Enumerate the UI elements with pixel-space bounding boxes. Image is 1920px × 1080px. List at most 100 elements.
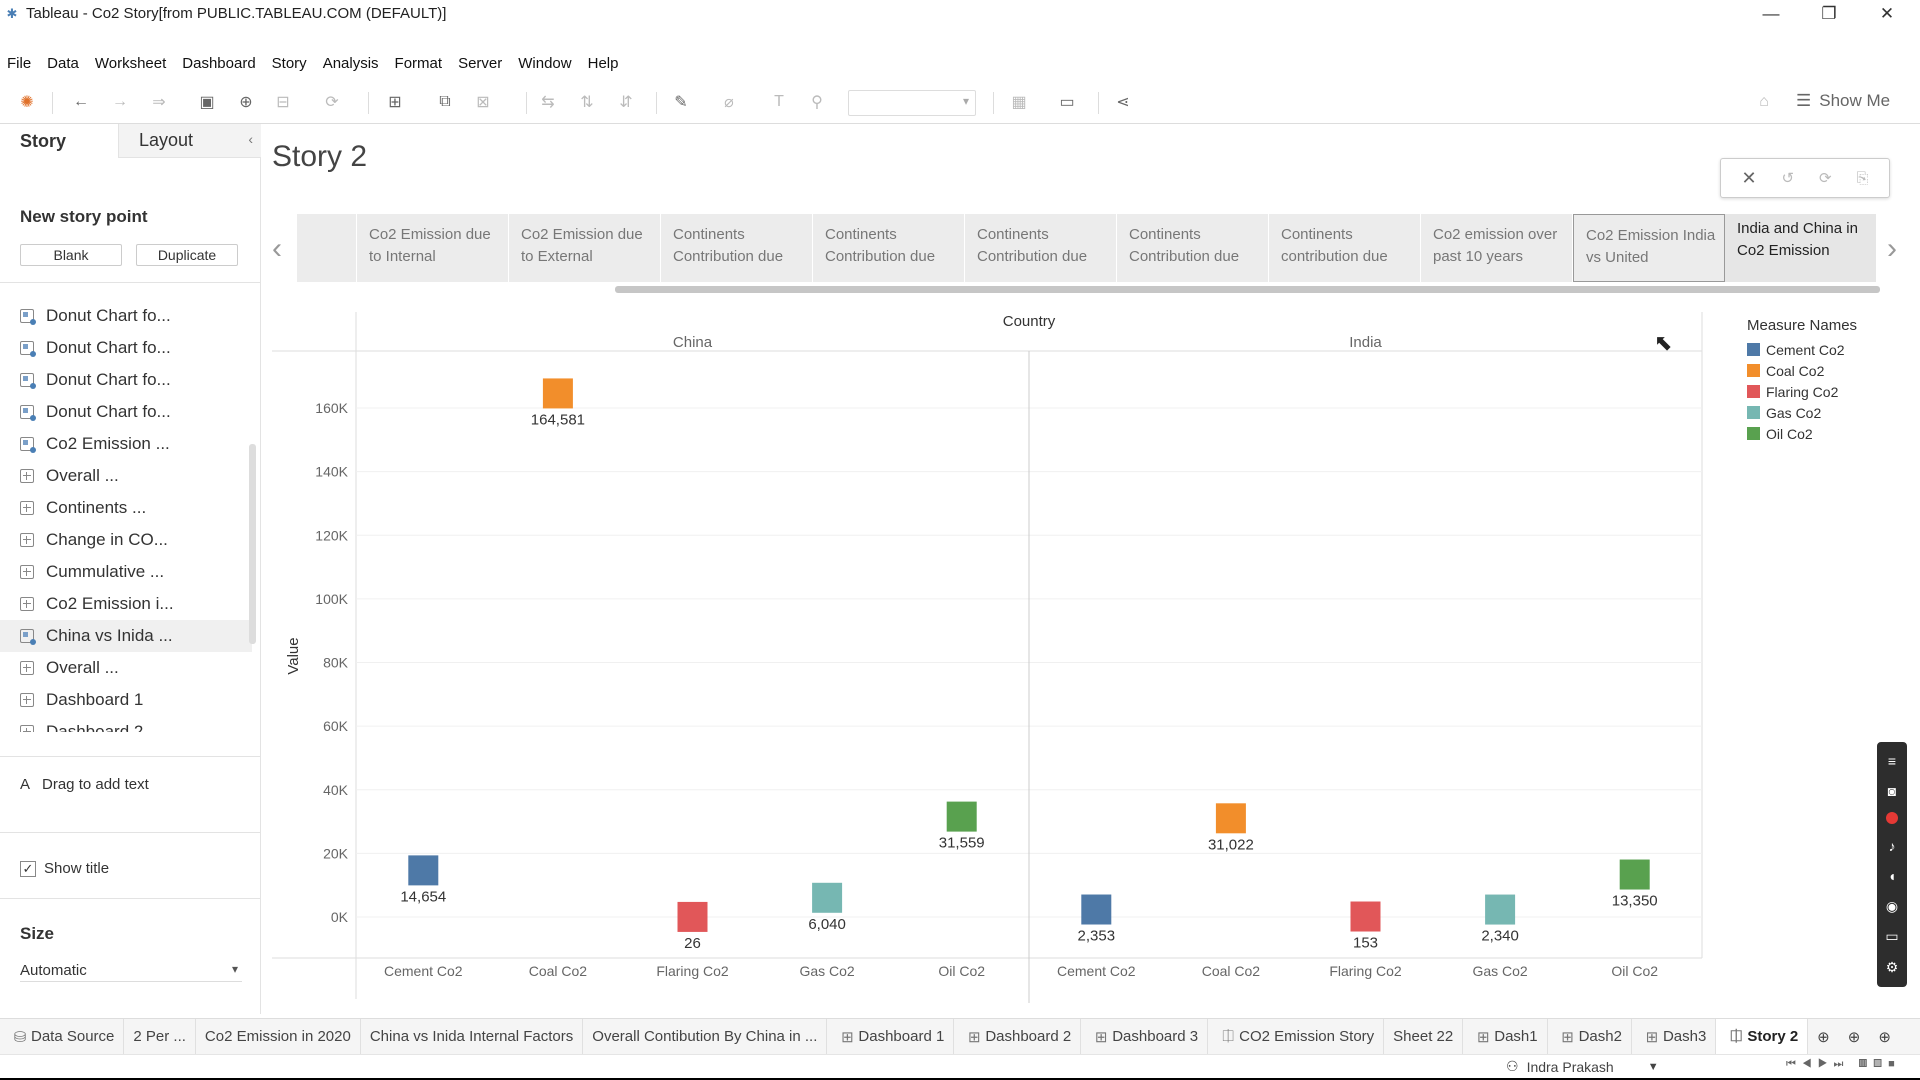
menu-item-data[interactable]: Data bbox=[39, 55, 87, 72]
sheet-tab[interactable]: ⛁ Data Source bbox=[0, 1018, 125, 1055]
save-as-new-icon[interactable]: ⎘ bbox=[1856, 170, 1868, 187]
record-icon[interactable] bbox=[1886, 812, 1898, 825]
blank-button[interactable]: Blank bbox=[20, 244, 122, 266]
bookmark-icon[interactable]: ⌂ bbox=[1753, 92, 1775, 112]
data-point[interactable] bbox=[946, 801, 977, 832]
data-point[interactable] bbox=[677, 901, 708, 932]
sheet-list-item[interactable]: Donut Chart fo... bbox=[0, 332, 252, 364]
menu-item-worksheet[interactable]: Worksheet bbox=[87, 55, 174, 72]
new-datasource-icon[interactable]: ⊕ bbox=[235, 92, 257, 112]
menu-item-format[interactable]: Format bbox=[387, 55, 451, 72]
story-point-caption[interactable]: Co2 Emission due to Internal bbox=[357, 214, 509, 282]
camera-icon[interactable]: ◙ bbox=[1888, 783, 1896, 799]
legend-item[interactable]: Cement Co2 bbox=[1747, 339, 1857, 360]
user-menu[interactable]: ⚇ Indra Prakash ▼ bbox=[1506, 1058, 1659, 1075]
tab-layout[interactable]: Layout ‹ bbox=[118, 124, 261, 158]
data-point[interactable] bbox=[1081, 894, 1112, 925]
sheet-list-item[interactable]: Change in CO... bbox=[0, 524, 252, 556]
screen-icon[interactable]: ▭ bbox=[1885, 928, 1898, 945]
highlight-icon[interactable]: ✎ bbox=[670, 92, 692, 112]
story-point-caption[interactable]: Continents Contribution due bbox=[813, 214, 965, 282]
sheet-list-item[interactable]: Donut Chart fo... bbox=[0, 364, 252, 396]
menu-item-window[interactable]: Window bbox=[510, 55, 579, 72]
data-point[interactable] bbox=[1350, 901, 1381, 932]
group-icon[interactable]: ⌀ bbox=[718, 92, 740, 112]
sort-desc-icon[interactable]: ⇵ bbox=[615, 92, 637, 112]
show-title-checkbox[interactable]: ✓ Show title bbox=[20, 860, 109, 877]
webcam-icon[interactable]: ◉ bbox=[1886, 898, 1898, 915]
save-icon[interactable]: ▣ bbox=[196, 92, 218, 112]
sheet-tab[interactable]: 2 Per ... bbox=[124, 1018, 196, 1055]
story-point-caption[interactable]: Continents Contribution due bbox=[661, 214, 813, 282]
story-point-caption[interactable]: Continents Contribution due bbox=[965, 214, 1117, 282]
data-point[interactable] bbox=[408, 855, 439, 886]
sheet-tab[interactable]: Overall Contibution By China in ... bbox=[583, 1018, 828, 1055]
sheet-navigation-controls[interactable]: ⏮◀▶⏭ ▦▤■ bbox=[1786, 1058, 1901, 1071]
data-point[interactable] bbox=[1619, 859, 1650, 890]
new-story-icon[interactable]: ⊕ bbox=[1869, 1019, 1900, 1055]
close-window-button[interactable]: ✕ bbox=[1858, 0, 1916, 27]
data-point[interactable] bbox=[1215, 803, 1246, 834]
sheet-list-item[interactable]: Overall ... bbox=[0, 652, 252, 684]
presentation-icon[interactable]: ▭ bbox=[1056, 92, 1078, 112]
sheet-list-item[interactable]: Overall ... bbox=[0, 460, 252, 492]
redo-icon[interactable]: → bbox=[109, 92, 131, 112]
story-point-caption[interactable]: Continents contribution due bbox=[1269, 214, 1421, 282]
duplicate-button[interactable]: Duplicate bbox=[136, 244, 238, 266]
legend-item[interactable]: Gas Co2 bbox=[1747, 402, 1857, 423]
menu-item-server[interactable]: Server bbox=[450, 55, 510, 72]
show-cards-icon[interactable]: ▦ bbox=[1008, 92, 1030, 112]
sheet-tab[interactable]: Co2 Emission in 2020 bbox=[196, 1018, 361, 1055]
drag-text-item[interactable]: A Drag to add text bbox=[20, 776, 149, 793]
sheet-tab[interactable]: ⊞ Dash3 bbox=[1632, 1018, 1717, 1055]
tab-story[interactable]: Story bbox=[0, 124, 118, 158]
data-point[interactable] bbox=[542, 378, 573, 409]
pin-icon[interactable]: ⚲ bbox=[806, 92, 828, 112]
story-title[interactable]: Story 2 bbox=[272, 140, 367, 174]
new-sheet-icon[interactable]: ⊞ bbox=[384, 92, 406, 112]
share-icon[interactable]: ⋖ bbox=[1112, 92, 1134, 112]
minimize-button[interactable]: — bbox=[1742, 0, 1800, 27]
sheet-tab[interactable]: ⊞ Dashboard 1 bbox=[827, 1018, 955, 1055]
next-story-point-arrow[interactable]: › bbox=[1887, 232, 1897, 266]
update-icon[interactable]: ⟳ bbox=[1819, 169, 1832, 187]
sheet-list-item[interactable]: Dashboard 2 bbox=[0, 716, 252, 732]
prev-story-point-arrow[interactable]: ‹ bbox=[272, 232, 282, 266]
sheet-list-item[interactable]: Co2 Emission i... bbox=[0, 588, 252, 620]
sheet-tab[interactable]: Sheet 22 bbox=[1384, 1018, 1464, 1055]
revert-icon[interactable]: ↺ bbox=[1781, 169, 1794, 187]
sheet-list-scrollbar[interactable] bbox=[249, 444, 256, 644]
sheet-tab[interactable]: ⎅ Story 2 bbox=[1716, 1018, 1809, 1055]
sheet-list-item[interactable]: Continents ... bbox=[0, 492, 252, 524]
swap-icon[interactable]: ⇆ bbox=[537, 92, 559, 112]
recorder-menu-icon[interactable]: ≡ bbox=[1888, 753, 1896, 769]
story-point-caption[interactable]: Co2 emission over past 10 years bbox=[1421, 214, 1573, 282]
show-me-button[interactable]: ☰ Show Me bbox=[1796, 91, 1890, 111]
sheet-tab[interactable]: China vs Inida Internal Factors bbox=[361, 1018, 584, 1055]
legend-item[interactable]: Oil Co2 bbox=[1747, 423, 1857, 444]
refresh-icon[interactable]: ⟳ bbox=[321, 92, 343, 112]
undo-icon[interactable]: ← bbox=[70, 92, 92, 112]
menu-item-dashboard[interactable]: Dashboard bbox=[174, 55, 263, 72]
story-point-caption[interactable]: Continents Contribution due bbox=[1117, 214, 1269, 282]
sheet-list-item[interactable]: Co2 Emission ... bbox=[0, 428, 252, 460]
menu-item-story[interactable]: Story bbox=[264, 55, 315, 72]
story-navigator-scrollbar[interactable] bbox=[615, 286, 1880, 293]
pause-updates-icon[interactable]: ⊟ bbox=[272, 92, 294, 112]
collapse-pane-icon[interactable]: ‹ bbox=[248, 131, 253, 147]
new-worksheet-icon[interactable]: ⊕ bbox=[1808, 1019, 1839, 1055]
tableau-home-icon[interactable]: ✺ bbox=[16, 92, 38, 112]
sheet-list-item[interactable]: Cummulative ... bbox=[0, 556, 252, 588]
labels-icon[interactable]: T bbox=[768, 92, 790, 112]
fit-select[interactable] bbox=[848, 90, 976, 116]
replay-icon[interactable]: ⇒ bbox=[148, 92, 170, 112]
duplicate-sheet-icon[interactable]: ⧉ bbox=[434, 92, 456, 112]
legend-item[interactable]: Coal Co2 bbox=[1747, 360, 1857, 381]
new-dashboard-icon[interactable]: ⊕ bbox=[1839, 1019, 1870, 1055]
clear-sheet-icon[interactable]: ⊠ bbox=[472, 92, 494, 112]
sheet-tab[interactable]: ⊞ Dash1 bbox=[1463, 1018, 1548, 1055]
sheet-list-item[interactable]: Donut Chart fo... bbox=[0, 300, 252, 332]
sheet-tab[interactable]: ⊞ Dashboard 2 bbox=[954, 1018, 1082, 1055]
menu-item-help[interactable]: Help bbox=[580, 55, 627, 72]
delete-story-point-icon[interactable]: ✕ bbox=[1741, 168, 1756, 189]
